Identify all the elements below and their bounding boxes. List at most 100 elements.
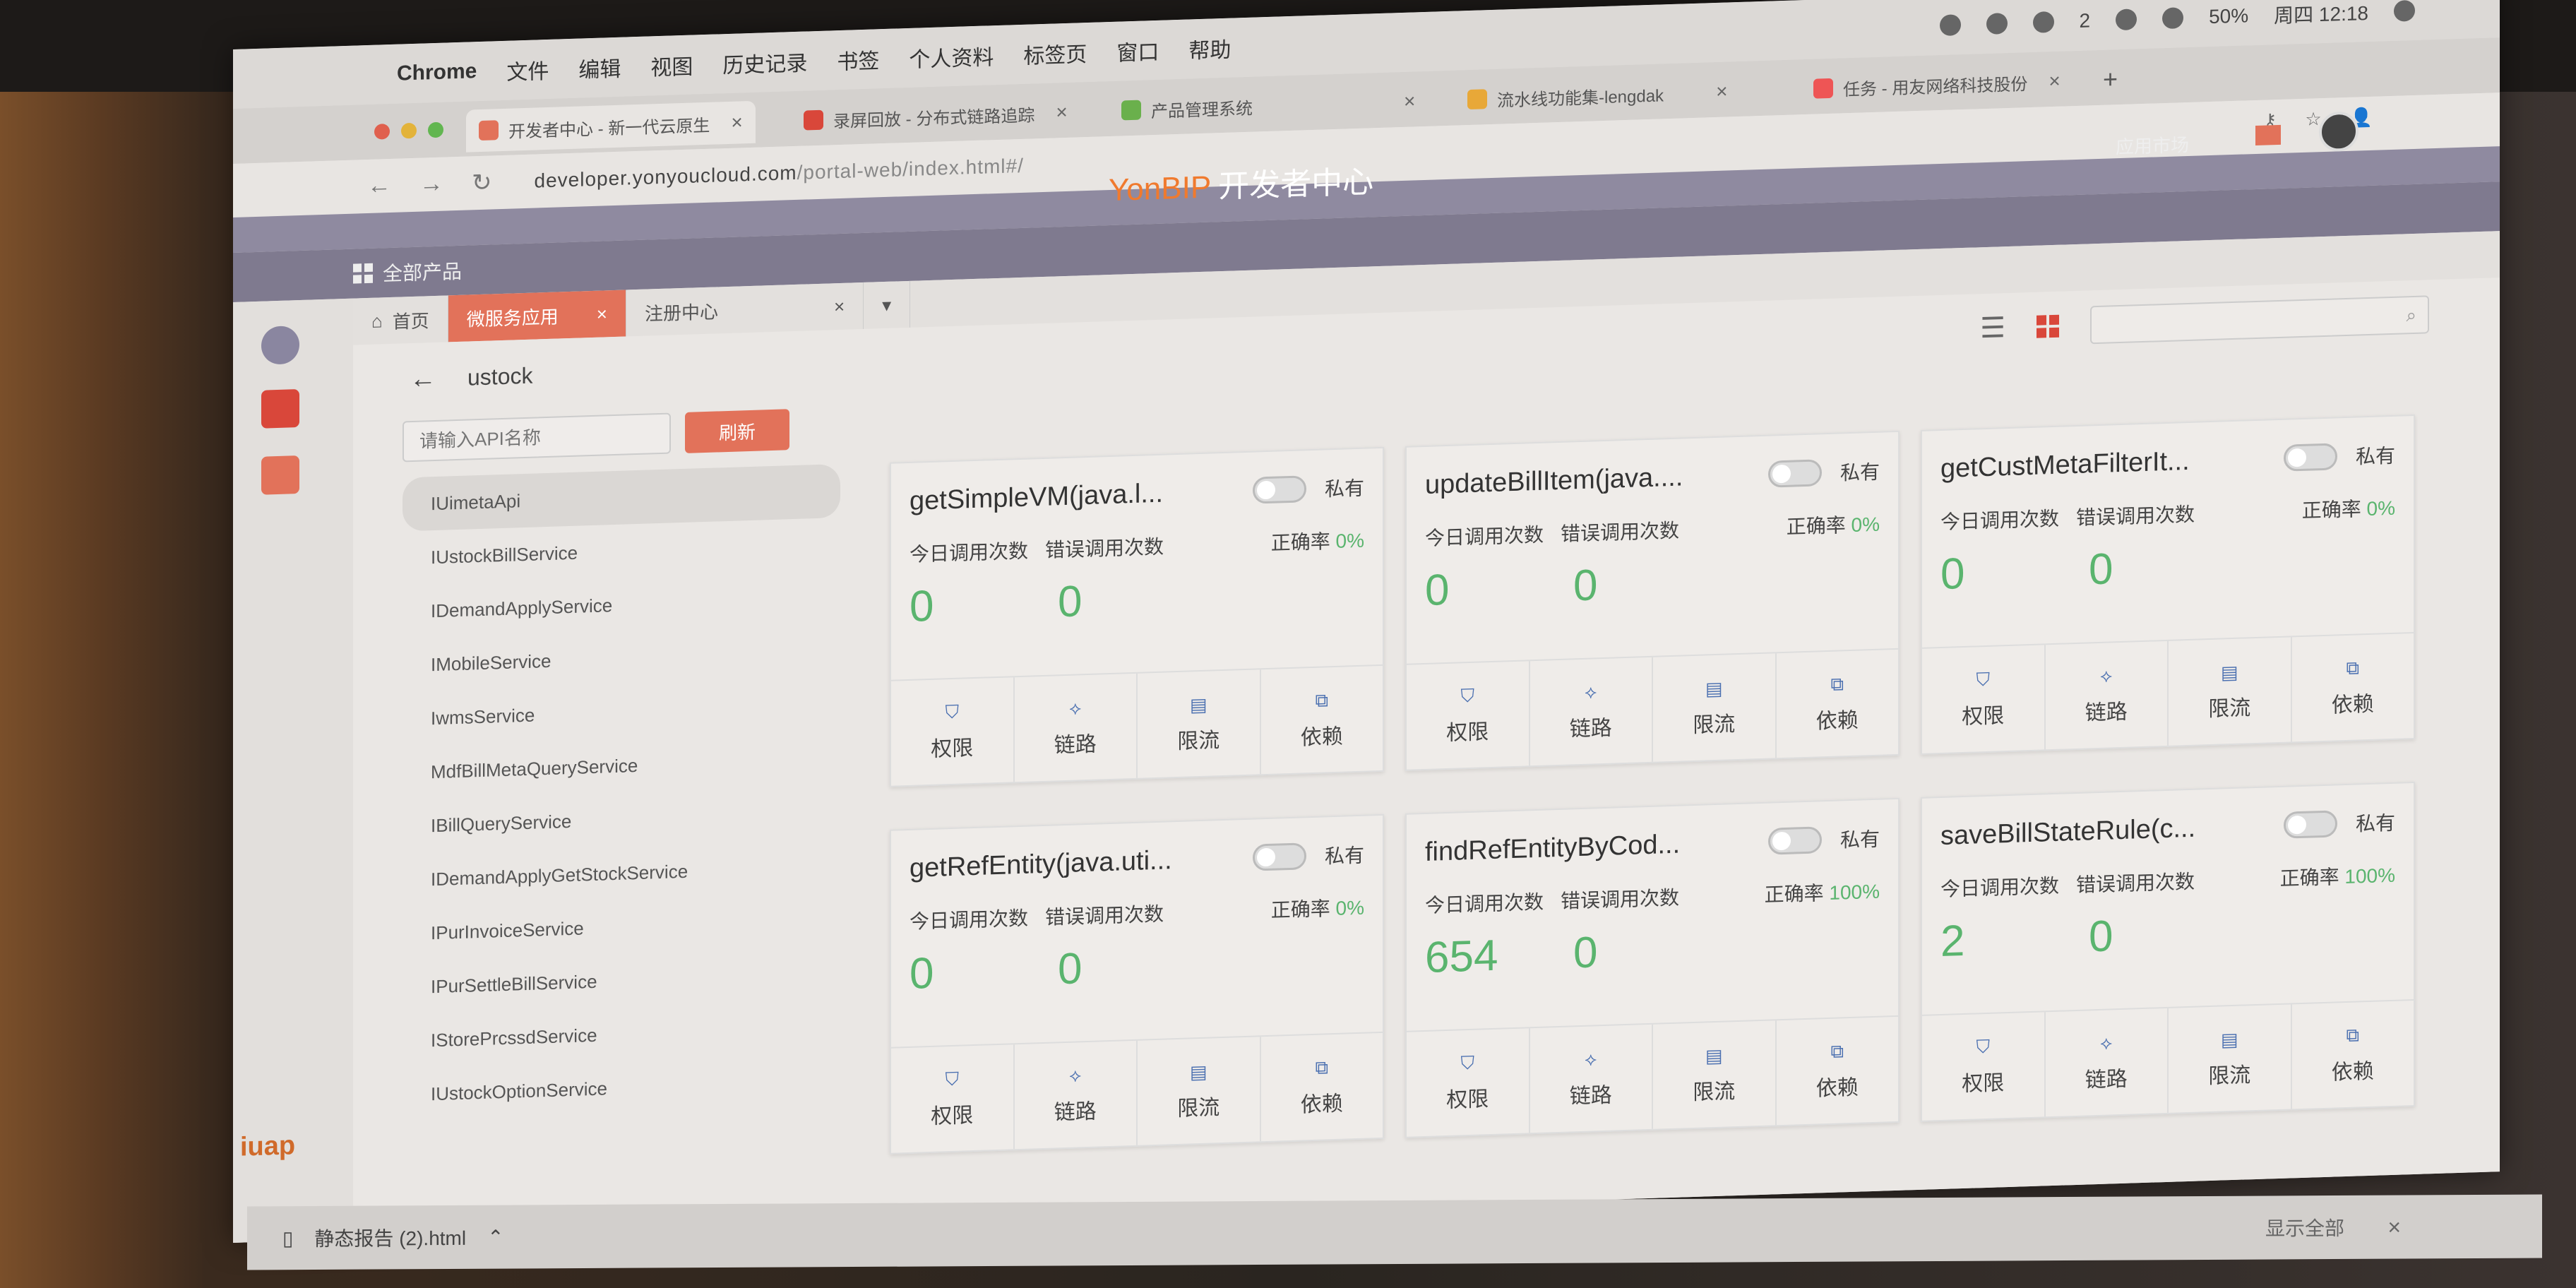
action-3-button[interactable]: ⧉ 依赖 — [1261, 666, 1383, 774]
tab-close-icon[interactable]: × — [597, 303, 607, 325]
gift-icon[interactable] — [261, 455, 299, 495]
tab-registry[interactable]: 注册中心 × — [626, 282, 864, 337]
show-all-button[interactable]: 显示全部 — [2265, 1213, 2344, 1242]
action-1-button[interactable]: ⟡ 链路 — [2045, 640, 2169, 750]
api-name: saveBillStateRule(c... — [1940, 813, 2196, 851]
url-field[interactable]: developer.yonyoucloud.com/portal-web/ind… — [535, 155, 1024, 193]
notification-icon[interactable] — [2255, 124, 2281, 145]
menu-bookmarks[interactable]: 书签 — [837, 43, 879, 76]
accuracy-value: 0% — [1851, 513, 1880, 536]
chevron-up-icon[interactable]: ⌃ — [487, 1225, 503, 1248]
tab-close-icon[interactable]: × — [731, 111, 742, 134]
action-3-button[interactable]: ⧉ 依赖 — [1261, 1033, 1383, 1141]
browser-tab[interactable]: 产品管理系统 × — [1109, 80, 1428, 132]
menu-view[interactable]: 视图 — [650, 49, 693, 82]
private-toggle[interactable] — [1767, 826, 1822, 855]
reload-icon[interactable]: ↻ — [472, 168, 492, 197]
minimize-window-icon[interactable] — [401, 122, 417, 139]
api-card[interactable]: getCustMetaFilterIt... 私有 今日调用次数 错误调用次数 … — [1921, 414, 2415, 755]
add-icon[interactable] — [261, 326, 299, 365]
menu-window[interactable]: 窗口 — [1116, 35, 1159, 67]
action-0-button[interactable]: ⛉ 权限 — [891, 1044, 1015, 1153]
action-2-button[interactable]: ▤ 限流 — [2169, 637, 2292, 746]
action-2-button[interactable]: ▤ 限流 — [2169, 1004, 2292, 1113]
private-toggle[interactable] — [1252, 842, 1306, 871]
back-arrow-icon[interactable]: ← — [410, 364, 436, 395]
wifi-icon[interactable] — [2116, 8, 2137, 31]
tab-close-icon[interactable]: × — [2049, 70, 2060, 93]
app-badge-icon[interactable] — [2032, 11, 2054, 33]
action-0-button[interactable]: ⛉ 权限 — [1922, 1012, 2046, 1121]
api-card[interactable]: getSimpleVM(java.l... 私有 今日调用次数 错误调用次数 正… — [890, 446, 1384, 787]
private-toggle[interactable] — [1767, 459, 1822, 488]
back-icon[interactable]: ← — [367, 172, 391, 201]
brand-logo[interactable]: YonBIP 开发者中心 — [1109, 156, 1373, 210]
browser-tab[interactable]: 录屏回放 - 分布式链路追踪 × — [791, 90, 1080, 142]
action-1-button[interactable]: ⟡ 链路 — [2045, 1008, 2169, 1117]
private-toggle[interactable] — [2283, 810, 2337, 839]
today-calls-label: 今日调用次数 — [910, 907, 1029, 933]
close-window-icon[interactable] — [374, 124, 390, 140]
tab-home[interactable]: ⌂ 首页 — [353, 295, 448, 345]
card-view-icon[interactable] — [2037, 314, 2059, 338]
api-card[interactable]: saveBillStateRule(c... 私有 今日调用次数 错误调用次数 … — [1921, 781, 2415, 1122]
action-3-button[interactable]: ⧉ 依赖 — [1777, 650, 1899, 758]
private-toggle[interactable] — [2283, 443, 2337, 472]
action-3-button[interactable]: ⧉ 依赖 — [1777, 1017, 1899, 1125]
menu-profile[interactable]: 个人资料 — [909, 40, 994, 73]
menu-edit[interactable]: 编辑 — [578, 52, 621, 84]
private-toggle[interactable] — [1252, 475, 1306, 504]
action-3-button[interactable]: ⧉ 依赖 — [2292, 633, 2414, 741]
browser-tab[interactable]: 开发者中心 - 新一代云原生 × — [466, 100, 756, 153]
action-1-button[interactable]: ⟡ 链路 — [1014, 673, 1138, 782]
clock[interactable]: 周四 12:18 — [2274, 0, 2368, 29]
menu-file[interactable]: 文件 — [506, 54, 549, 86]
wechat-icon[interactable] — [1986, 13, 2008, 35]
app-market-link[interactable]: 应用市场 — [2116, 131, 2189, 159]
spotlight-icon[interactable] — [2394, 0, 2415, 22]
download-file-name[interactable]: 静态报告 (2).html — [314, 1223, 466, 1252]
action-2-button[interactable]: ▤ 限流 — [1138, 669, 1261, 778]
action-0-button[interactable]: ⛉ 权限 — [891, 677, 1015, 786]
volume-icon[interactable] — [2162, 7, 2184, 30]
bell-icon[interactable] — [1939, 14, 1961, 37]
list-view-icon[interactable]: ☰ — [1980, 311, 2005, 345]
tab-micro-service[interactable]: 微服务应用 × — [448, 290, 626, 342]
menu-tab[interactable]: 标签页 — [1023, 37, 1087, 70]
accuracy-value: 0% — [1335, 529, 1364, 552]
refresh-button[interactable]: 刷新 — [685, 409, 790, 453]
action-2-button[interactable]: ▤ 限流 — [1653, 653, 1777, 762]
action-0-button[interactable]: ⛉ 权限 — [1407, 661, 1530, 770]
menu-app-name[interactable]: Chrome — [397, 59, 477, 86]
action-0-button[interactable]: ⛉ 权限 — [1407, 1028, 1530, 1137]
error-calls-label: 错误调用次数 — [2076, 503, 2195, 529]
api-card[interactable]: findRefEntityByCod... 私有 今日调用次数 错误调用次数 正… — [1405, 797, 1900, 1138]
tab-close-icon[interactable]: × — [834, 295, 845, 317]
tab-close-icon[interactable]: × — [1404, 90, 1415, 113]
action-1-button[interactable]: ⟡ 链路 — [1530, 657, 1653, 766]
action-1-button[interactable]: ⟡ 链路 — [1014, 1040, 1138, 1150]
action-1-button[interactable]: ⟡ 链路 — [1530, 1024, 1653, 1133]
menu-history[interactable]: 历史记录 — [722, 45, 807, 79]
api-search-input[interactable] — [402, 412, 671, 463]
browser-tab[interactable]: 流水线功能集-lengdak × — [1455, 70, 1740, 121]
close-downloads-icon[interactable]: × — [2387, 1214, 2401, 1240]
tab-dropdown-icon[interactable]: ▾ — [864, 280, 911, 329]
browser-tab[interactable]: 任务 - 用友网络科技股份 × — [1801, 59, 2073, 110]
new-tab-button[interactable]: + — [2090, 58, 2130, 102]
action-2-button[interactable]: ▤ 限流 — [1138, 1037, 1261, 1145]
forward-icon[interactable]: → — [419, 170, 443, 199]
api-card[interactable]: updateBillItem(java.... 私有 今日调用次数 错误调用次数… — [1405, 430, 1900, 771]
action-0-button[interactable]: ⛉ 权限 — [1922, 645, 2046, 753]
card-search-input[interactable]: ⌕ — [2090, 295, 2429, 345]
tab-close-icon[interactable]: × — [1056, 101, 1067, 124]
action-3-button[interactable]: ⧉ 依赖 — [2292, 1001, 2414, 1109]
battery-level[interactable]: 50% — [2209, 4, 2248, 28]
menu-help[interactable]: 帮助 — [1188, 32, 1231, 65]
zoom-window-icon[interactable] — [428, 121, 443, 138]
tab-close-icon[interactable]: × — [1716, 80, 1727, 103]
action-2-button[interactable]: ▤ 限流 — [1653, 1020, 1777, 1129]
favorites-icon[interactable] — [261, 389, 299, 429]
api-card[interactable]: getRefEntity(java.uti... 私有 今日调用次数 错误调用次… — [890, 813, 1384, 1155]
shield-icon: ⛉ — [1460, 1051, 1474, 1074]
